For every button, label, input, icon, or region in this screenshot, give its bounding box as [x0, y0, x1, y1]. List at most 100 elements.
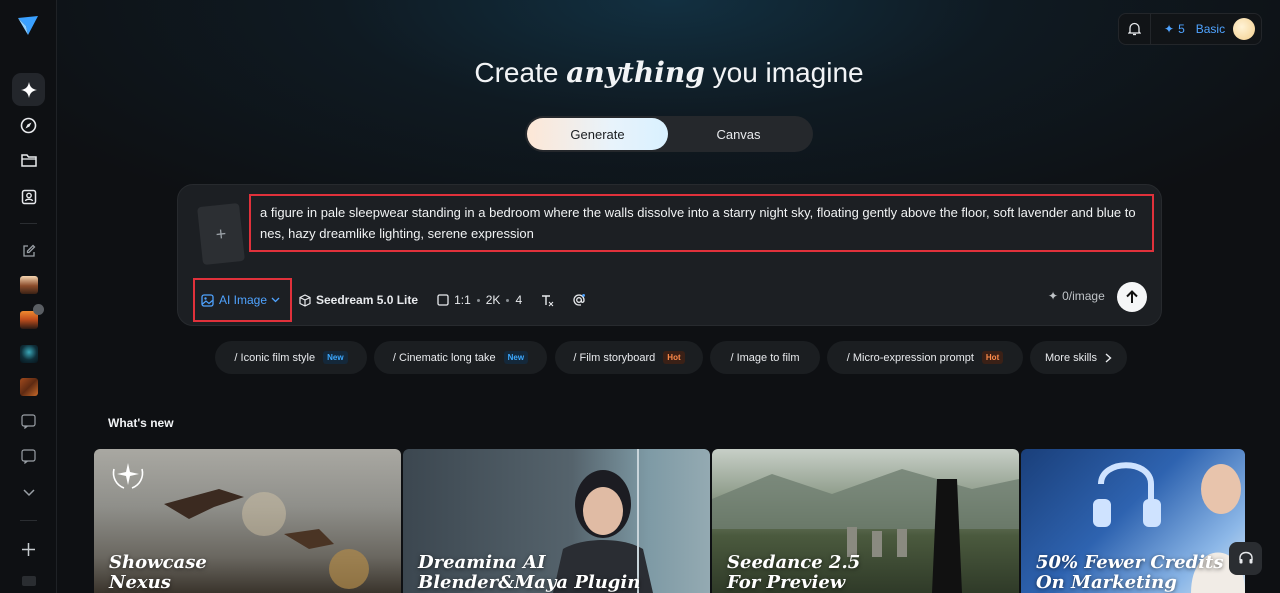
card-title: 50% Fewer Credits On Marketing Videos [1036, 553, 1245, 593]
folder-icon [20, 154, 37, 167]
card-title-line: On Marketing Videos [1036, 572, 1177, 593]
upload-reference-button[interactable]: + [197, 202, 245, 266]
whats-new-card[interactable]: Dreamina AI Blender&Maya Plugin [403, 449, 710, 593]
skill-label: More skills [1045, 351, 1097, 364]
image-count-value: 4 [515, 293, 523, 307]
credit-cost: ✦ 0/image [1048, 289, 1105, 303]
text-format-icon [542, 294, 554, 306]
generate-button[interactable] [1117, 282, 1147, 312]
plan-label[interactable]: Basic [1196, 22, 1225, 36]
at-sign-icon [573, 294, 586, 306]
whats-new-card[interactable]: Seedance 2.5 For Preview [712, 449, 1019, 593]
notifications-button[interactable] [1119, 14, 1151, 44]
avatar[interactable] [1233, 18, 1256, 40]
skill-label: / Image to film [730, 351, 800, 364]
generation-type-label: AI Image [219, 293, 268, 307]
skill-chip-micro-expression[interactable]: / Micro-expression prompt Hot [827, 341, 1023, 374]
credits-count: 5 [1178, 22, 1185, 36]
card-title-line: Seedance 2.5 [727, 552, 861, 573]
card-title-line: Showcase [109, 552, 207, 573]
card-title-line: For Preview [727, 572, 846, 593]
support-button[interactable] [1229, 542, 1262, 575]
cube-icon [299, 293, 311, 307]
new-badge: New [503, 351, 529, 364]
compass-icon [20, 117, 37, 134]
skill-label: / Micro-expression prompt [846, 351, 974, 364]
prompt-toolbar: AI Image Seedream 5.0 Lite 1:1 2K 4 [193, 278, 586, 322]
sidebar-item-explore[interactable] [12, 109, 45, 142]
hot-badge: Hot [663, 351, 685, 364]
card-title: Dreamina AI Blender&Maya Plugin [418, 553, 640, 593]
tab-canvas[interactable]: Canvas [668, 118, 809, 150]
credits-button[interactable]: ✦ 5 [1164, 22, 1185, 36]
arrow-up-icon [1126, 290, 1138, 303]
user-card-icon [21, 189, 36, 204]
mention-button[interactable] [572, 293, 586, 307]
whats-new-card[interactable]: 50% Fewer Credits On Marketing Videos [1021, 449, 1245, 593]
edit-icon [22, 244, 35, 257]
recent-project-thumbnail[interactable] [20, 276, 38, 294]
notification-dot [33, 304, 44, 315]
sidebar-bottom-icon[interactable] [22, 576, 36, 586]
separator-dot [506, 298, 510, 302]
chat-icon [21, 449, 36, 464]
headset-icon [1238, 551, 1253, 564]
hot-badge: Hot [981, 351, 1004, 364]
credit-sparkle-icon: ✦ [1164, 22, 1175, 36]
cost-label: 0/image [1062, 289, 1105, 303]
sidebar-divider [20, 520, 37, 521]
whats-new-heading: What's new [108, 416, 174, 430]
ratio-value: 1:1 [454, 293, 471, 307]
sidebar-add-button[interactable] [12, 533, 45, 566]
chevron-down-icon [271, 297, 280, 303]
plus-icon: + [214, 223, 228, 244]
prompt-input[interactable]: a figure in pale sleepwear standing in a… [249, 194, 1154, 252]
image-icon [201, 293, 214, 307]
sidebar-item-chat[interactable] [12, 440, 45, 473]
skill-label: / Cinematic long take [392, 351, 496, 364]
sidebar-expand-button[interactable] [12, 476, 45, 509]
output-settings-button[interactable]: 1:1 2K 4 [437, 293, 522, 307]
headline-start: Create [474, 57, 567, 88]
sidebar-item-profile[interactable] [12, 180, 45, 213]
chevron-down-icon [22, 488, 35, 496]
sidebar-item-assets[interactable] [12, 144, 45, 177]
page-title: Create anything you imagine [0, 56, 1280, 89]
whats-new-card[interactable]: Showcase Nexus [94, 449, 401, 593]
mode-switch: Generate Canvas [525, 116, 813, 152]
skill-label: / Iconic film style [234, 351, 316, 364]
generation-type-dropdown[interactable]: AI Image [193, 278, 292, 322]
sidebar-item-new-draft[interactable] [12, 234, 45, 267]
skill-label: / Film storyboard [573, 351, 656, 364]
card-title-line: Nexus [109, 572, 171, 593]
model-selector[interactable]: Seedream 5.0 Lite [299, 293, 418, 307]
tab-generate[interactable]: Generate [527, 118, 668, 150]
headline-end: you imagine [704, 57, 864, 88]
card-title-line: Blender&Maya Plugin [418, 572, 641, 593]
chat-icon [21, 414, 36, 429]
account-bar: ✦ 5 Basic [1118, 13, 1262, 45]
recent-project-thumbnail[interactable] [20, 378, 38, 396]
model-label: Seedream 5.0 Lite [316, 293, 419, 307]
card-title-line: Dreamina AI [418, 552, 546, 573]
card-title: Seedance 2.5 For Preview [727, 553, 860, 593]
skill-chip-film-storyboard[interactable]: / Film storyboard Hot [555, 341, 703, 374]
sparkle-icon: ✦ [1048, 289, 1059, 303]
skill-chip-iconic-film-style[interactable]: / Iconic film style New [215, 341, 367, 374]
app-logo[interactable] [17, 15, 39, 42]
sidebar-divider [20, 223, 37, 224]
resolution-value: 2K [485, 293, 501, 307]
skill-chip-cinematic-long-take[interactable]: / Cinematic long take New [374, 341, 547, 374]
recent-project-thumbnail[interactable] [20, 345, 38, 363]
bell-icon [1128, 22, 1141, 36]
card-title-line: 50% Fewer Credits [1036, 552, 1224, 573]
sidebar-item-chat[interactable] [12, 405, 45, 438]
aspect-ratio-icon [437, 294, 449, 306]
separator-dot [476, 298, 480, 302]
chevron-right-icon [1105, 352, 1112, 363]
skill-chip-image-to-film[interactable]: / Image to film [710, 341, 820, 374]
new-badge: New [323, 351, 348, 364]
card-title: Showcase Nexus [109, 553, 207, 593]
more-skills-button[interactable]: More skills [1030, 341, 1127, 374]
text-style-button[interactable] [541, 294, 554, 307]
